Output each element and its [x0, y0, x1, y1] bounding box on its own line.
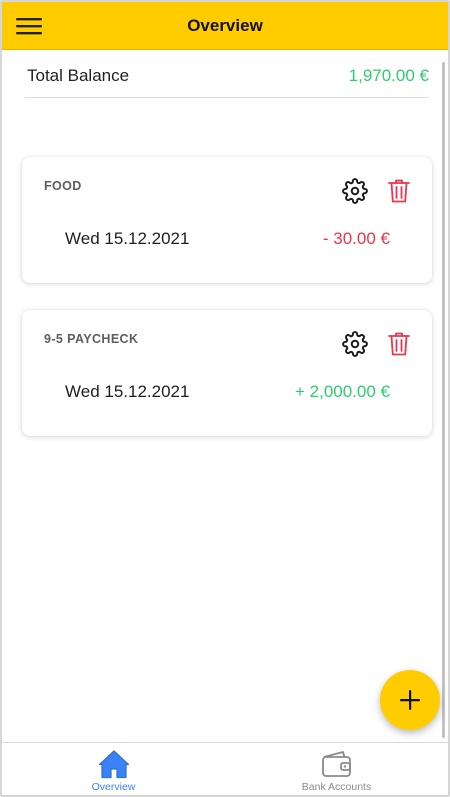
- total-balance-value: 1,970.00 €: [348, 66, 429, 85]
- trash-icon: [388, 332, 410, 356]
- scrollbar[interactable]: [442, 62, 445, 738]
- page-title: Overview: [187, 16, 263, 35]
- app-window: Overview Total Balance 1,970.00 € FOOD W…: [0, 0, 450, 797]
- plus-icon: [400, 690, 420, 710]
- transaction-date: Wed 15.12.2021: [65, 229, 190, 248]
- transaction-card-food[interactable]: FOOD Wed 15.12.2021 - 30.00 €: [22, 157, 432, 283]
- edit-transaction-button[interactable]: [340, 176, 370, 206]
- gear-icon: [342, 331, 368, 357]
- total-balance-row: Total Balance 1,970.00 €: [25, 58, 429, 98]
- trash-icon: [388, 179, 410, 203]
- delete-transaction-button[interactable]: [384, 176, 414, 206]
- nav-label-overview: Overview: [91, 781, 136, 793]
- wallet-icon: [320, 748, 354, 780]
- nav-item-bank-accounts[interactable]: Bank Accounts: [225, 743, 448, 795]
- total-balance-label: Total Balance: [27, 66, 130, 85]
- bottom-navigation: Overview Bank Accounts: [2, 742, 448, 795]
- transaction-amount: - 30.00 €: [322, 229, 390, 248]
- transaction-card-paycheck[interactable]: 9-5 PAYCHECK Wed 15.12.2021 + 2,000.00 €: [22, 310, 432, 436]
- transaction-date: Wed 15.12.2021: [65, 382, 190, 401]
- menu-button[interactable]: [14, 13, 44, 39]
- gear-icon: [342, 178, 368, 204]
- transaction-category: 9-5 PAYCHECK: [44, 332, 139, 346]
- hamburger-menu-icon: [16, 18, 42, 35]
- app-bar: Overview: [2, 2, 448, 50]
- nav-label-bank-accounts: Bank Accounts: [301, 781, 372, 793]
- delete-transaction-button[interactable]: [384, 329, 414, 359]
- add-transaction-button[interactable]: [380, 670, 440, 730]
- nav-item-overview[interactable]: Overview: [2, 743, 225, 795]
- edit-transaction-button[interactable]: [340, 329, 370, 359]
- transaction-category: FOOD: [44, 179, 82, 193]
- home-icon: [97, 748, 131, 780]
- transaction-amount: + 2,000.00 €: [294, 382, 390, 401]
